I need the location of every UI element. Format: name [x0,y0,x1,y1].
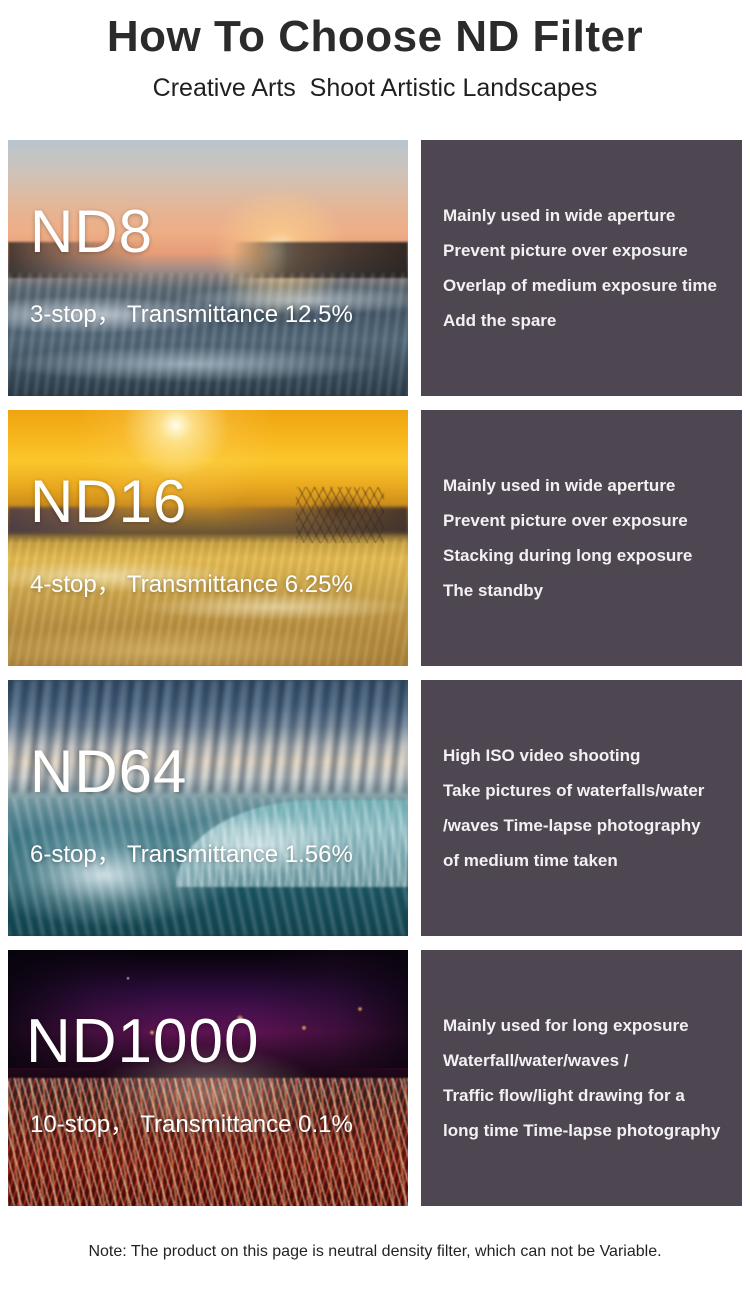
page-footer: Note: The product on this page is neutra… [0,1243,750,1261]
photo-overlay: ND1000 10-stop， Transmittance 0.1% [8,950,408,1206]
page-header: How To Choose ND Filter Creative Arts Sh… [0,0,750,108]
infographic-page: How To Choose ND Filter Creative Arts Sh… [0,0,750,1293]
info-line: Traffic flow/light drawing for a [443,1086,685,1105]
info-line: long time Time-lapse photography [443,1121,721,1140]
nd-label: ND64 [30,738,188,805]
nd-spec-text: 3-stop， Transmittance 12.5% [30,301,353,328]
info-line: Mainly used in wide aperture [443,206,676,225]
footer-note: Note: The product on this page is neutra… [88,1243,662,1260]
info-line: The standby [443,581,544,600]
golden-beach-photo: ND16 4-stop， Transmittance 6.25% [8,410,408,666]
nd-label: ND8 [30,198,154,265]
photo-overlay: ND64 6-stop， Transmittance 1.56% [8,680,408,936]
page-title: How To Choose ND Filter [106,12,644,61]
night-traffic-photo: ND1000 10-stop， Transmittance 0.1% [8,950,408,1206]
nd-filter-row: ND16 4-stop， Transmittance 6.25% Mainly … [0,410,750,666]
info-line: Prevent picture over exposure [443,511,688,530]
sunset-sea-photo: ND8 3-stop， Transmittance 12.5% [8,140,408,396]
info-line: Take pictures of waterfalls/water [443,781,705,800]
nd-filter-row-list: ND8 3-stop， Transmittance 12.5% Mainly u… [0,140,750,1220]
nd-info-panel: Mainly used for long exposure Waterfall/… [421,950,742,1206]
info-line: Mainly used in wide aperture [443,476,676,495]
nd-info-panel: High ISO video shooting Take pictures of… [421,680,742,936]
photo-overlay: ND16 4-stop， Transmittance 6.25% [8,410,408,666]
nd-spec-text: 4-stop， Transmittance 6.25% [30,571,353,598]
nd-spec-text: 6-stop， Transmittance 1.56% [30,841,353,868]
info-line: High ISO video shooting [443,746,641,765]
info-line: Overlap of medium exposure time [443,276,717,295]
nd-info-panel: Mainly used in wide aperture Prevent pic… [421,410,742,666]
nd-filter-row: ND1000 10-stop， Transmittance 0.1% Mainl… [0,950,750,1206]
info-line: /waves Time-lapse photography [443,816,701,835]
info-line: Mainly used for long exposure [443,1016,689,1035]
photo-overlay: ND8 3-stop， Transmittance 12.5% [8,140,408,396]
nd-label: ND1000 [26,1007,260,1076]
waterfall-photo: ND64 6-stop， Transmittance 1.56% [8,680,408,936]
info-line: Add the spare [443,311,557,330]
info-line: Stacking during long exposure [443,546,693,565]
info-line: Waterfall/water/waves / [443,1051,629,1070]
nd-label: ND16 [30,468,188,535]
nd-filter-row: ND64 6-stop， Transmittance 1.56% High IS… [0,680,750,936]
nd-filter-row: ND8 3-stop， Transmittance 12.5% Mainly u… [0,140,750,396]
page-subtitle: Creative Arts Shoot Artistic Landscapes [152,74,598,102]
nd-spec-text: 10-stop， Transmittance 0.1% [30,1111,353,1138]
info-line: Prevent picture over exposure [443,241,688,260]
nd-info-panel: Mainly used in wide aperture Prevent pic… [421,140,742,396]
info-line: of medium time taken [443,851,618,870]
